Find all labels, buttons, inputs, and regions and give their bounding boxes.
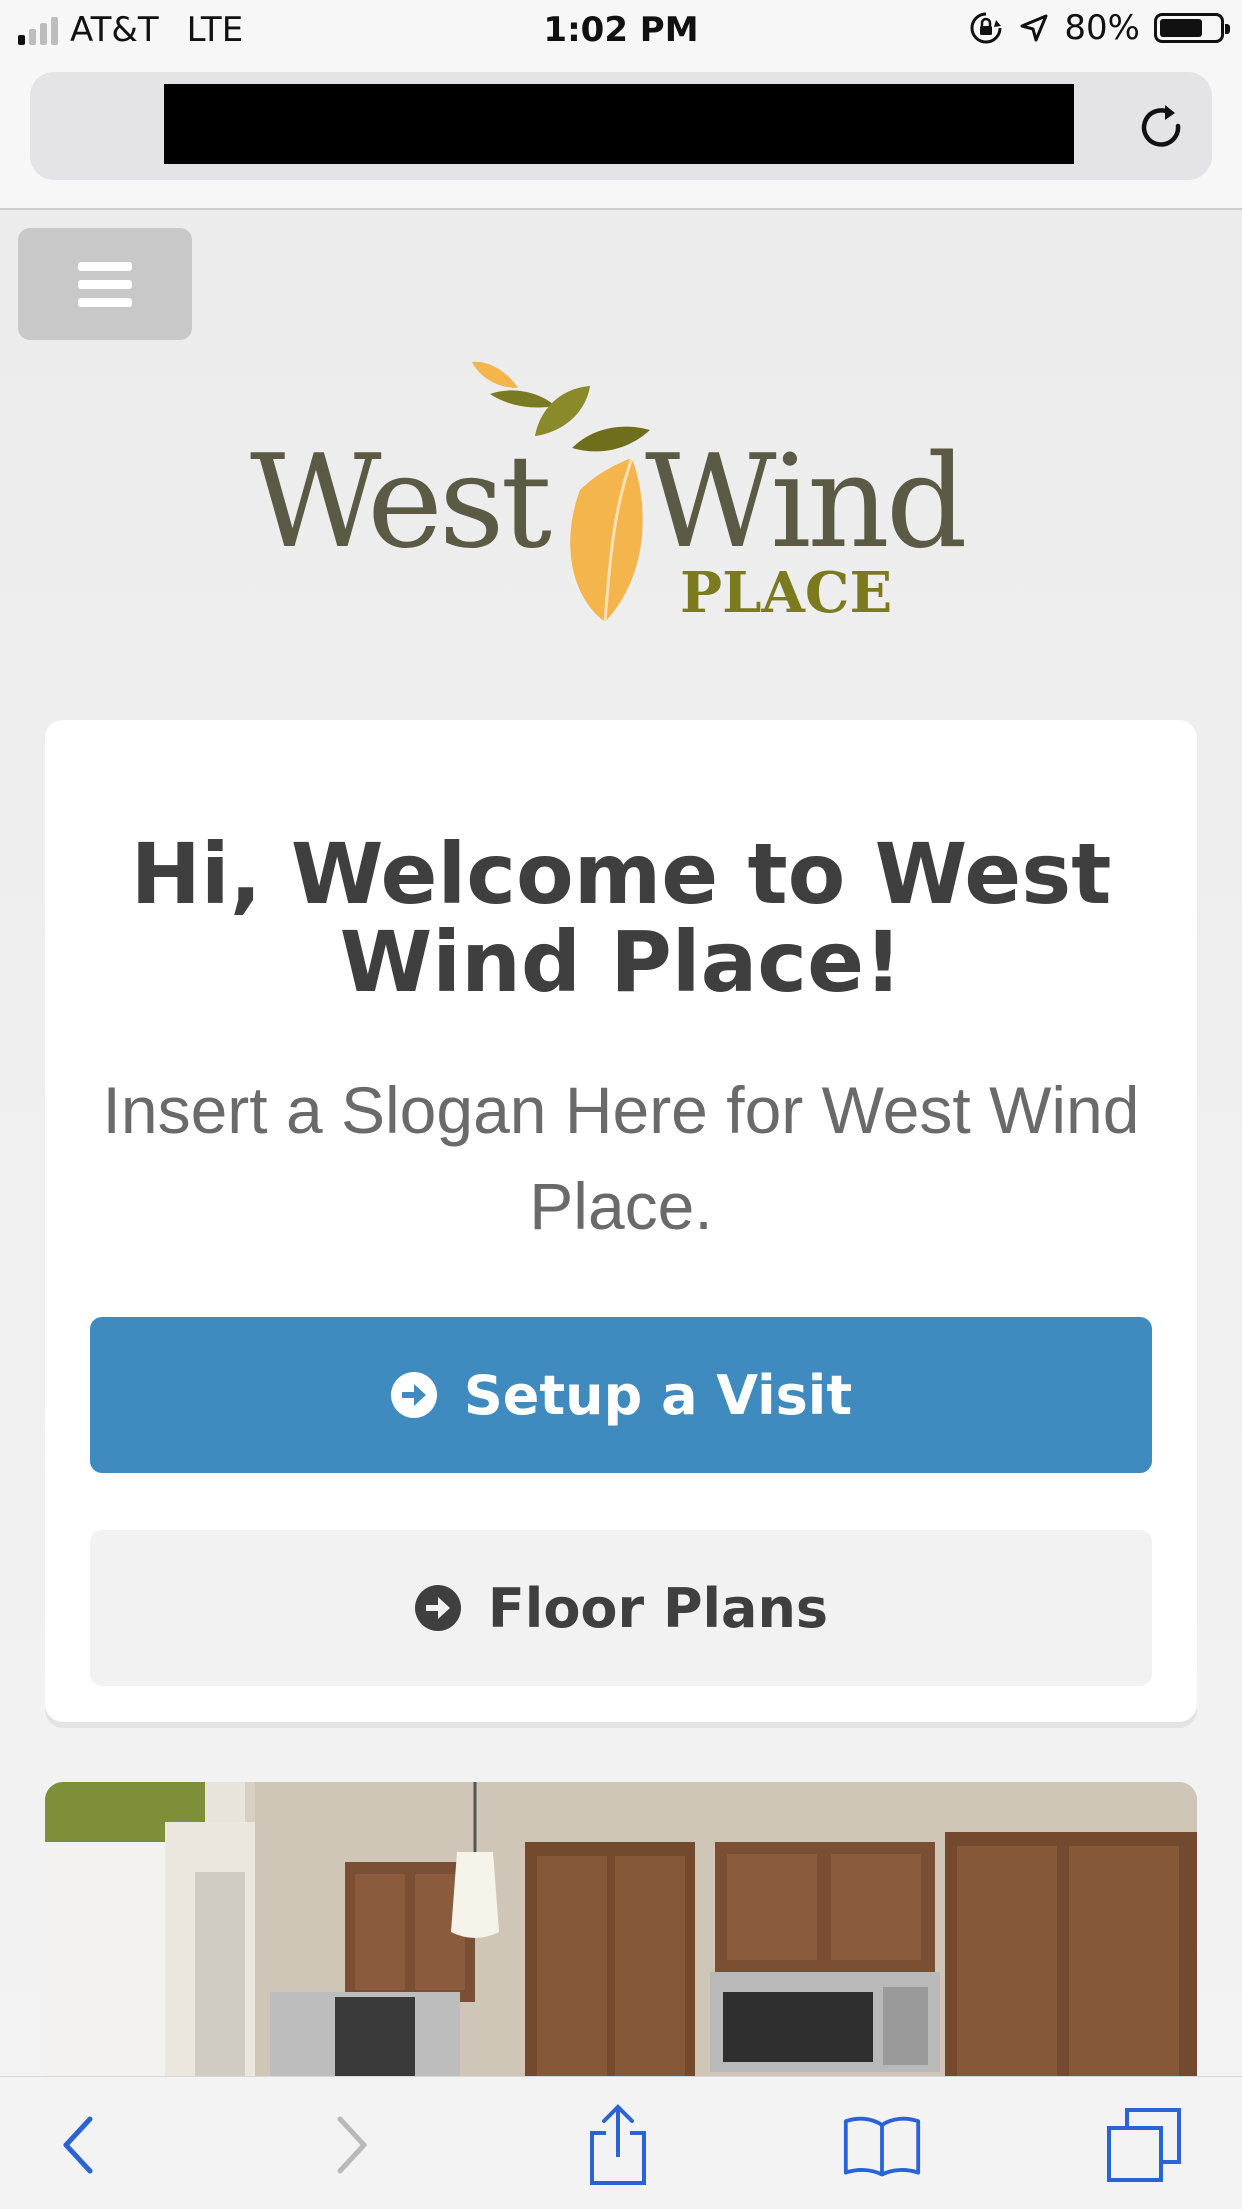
slogan-text: Insert a Slogan Here for West Wind Place… [102, 1073, 1140, 1243]
status-right: 80% [968, 8, 1230, 48]
bookmarks-button[interactable] [842, 2105, 922, 2185]
logo-wind-text: Wind [645, 428, 965, 577]
address-bar[interactable] [30, 72, 1212, 180]
bookmarks-icon [843, 2116, 921, 2177]
battery-percent: 80% [1064, 8, 1140, 48]
menu-bar [78, 279, 132, 289]
browser-address-area [0, 62, 1242, 210]
hamburger-menu-button[interactable] [18, 228, 192, 340]
forward-icon [337, 2116, 367, 2174]
share-icon [590, 2104, 646, 2185]
welcome-title: Hi, Welcome to West Wind Place! [130, 825, 1112, 1011]
location-arrow-icon [1020, 14, 1048, 42]
status-bar: AT&T LTE 1:02 PM 80% [0, 0, 1242, 62]
logo-place-text: PLACE [680, 560, 892, 626]
setup-visit-button[interactable]: Setup a Visit [90, 1317, 1152, 1473]
redacted-url [164, 84, 1074, 164]
back-icon [63, 2116, 93, 2174]
welcome-card: Hi, Welcome to West Wind Place! Insert a… [45, 720, 1197, 1722]
tabs-button[interactable] [1104, 2105, 1184, 2185]
leaf-olive-right [572, 426, 650, 452]
arrow-circle-right-icon [390, 1372, 437, 1418]
setup-visit-label: Setup a Visit [463, 1363, 853, 1427]
leaf-small-olive [490, 390, 555, 408]
tabs-icon [1107, 2108, 1181, 2182]
reload-icon[interactable] [1134, 100, 1190, 156]
menu-bar [78, 297, 132, 307]
leaf-small-orange [472, 361, 518, 388]
floor-plans-label: Floor Plans [487, 1576, 829, 1640]
floor-plans-button[interactable]: Floor Plans [90, 1530, 1152, 1686]
logo-west-text: West [250, 428, 552, 577]
battery-icon [1154, 13, 1230, 43]
site-logo[interactable]: West Wind PLACE [250, 358, 1000, 628]
menu-bar [78, 261, 132, 271]
browser-toolbar [0, 2076, 1242, 2209]
orientation-lock-icon [970, 12, 1002, 44]
web-page: West Wind PLACE Hi, Welcome to West Wind… [0, 210, 1242, 2076]
share-button[interactable] [578, 2104, 658, 2185]
forward-button[interactable] [312, 2105, 392, 2185]
back-button[interactable] [38, 2105, 118, 2185]
kitchen-photo [45, 1782, 1197, 2076]
arrow-circle-right-icon [414, 1585, 461, 1631]
